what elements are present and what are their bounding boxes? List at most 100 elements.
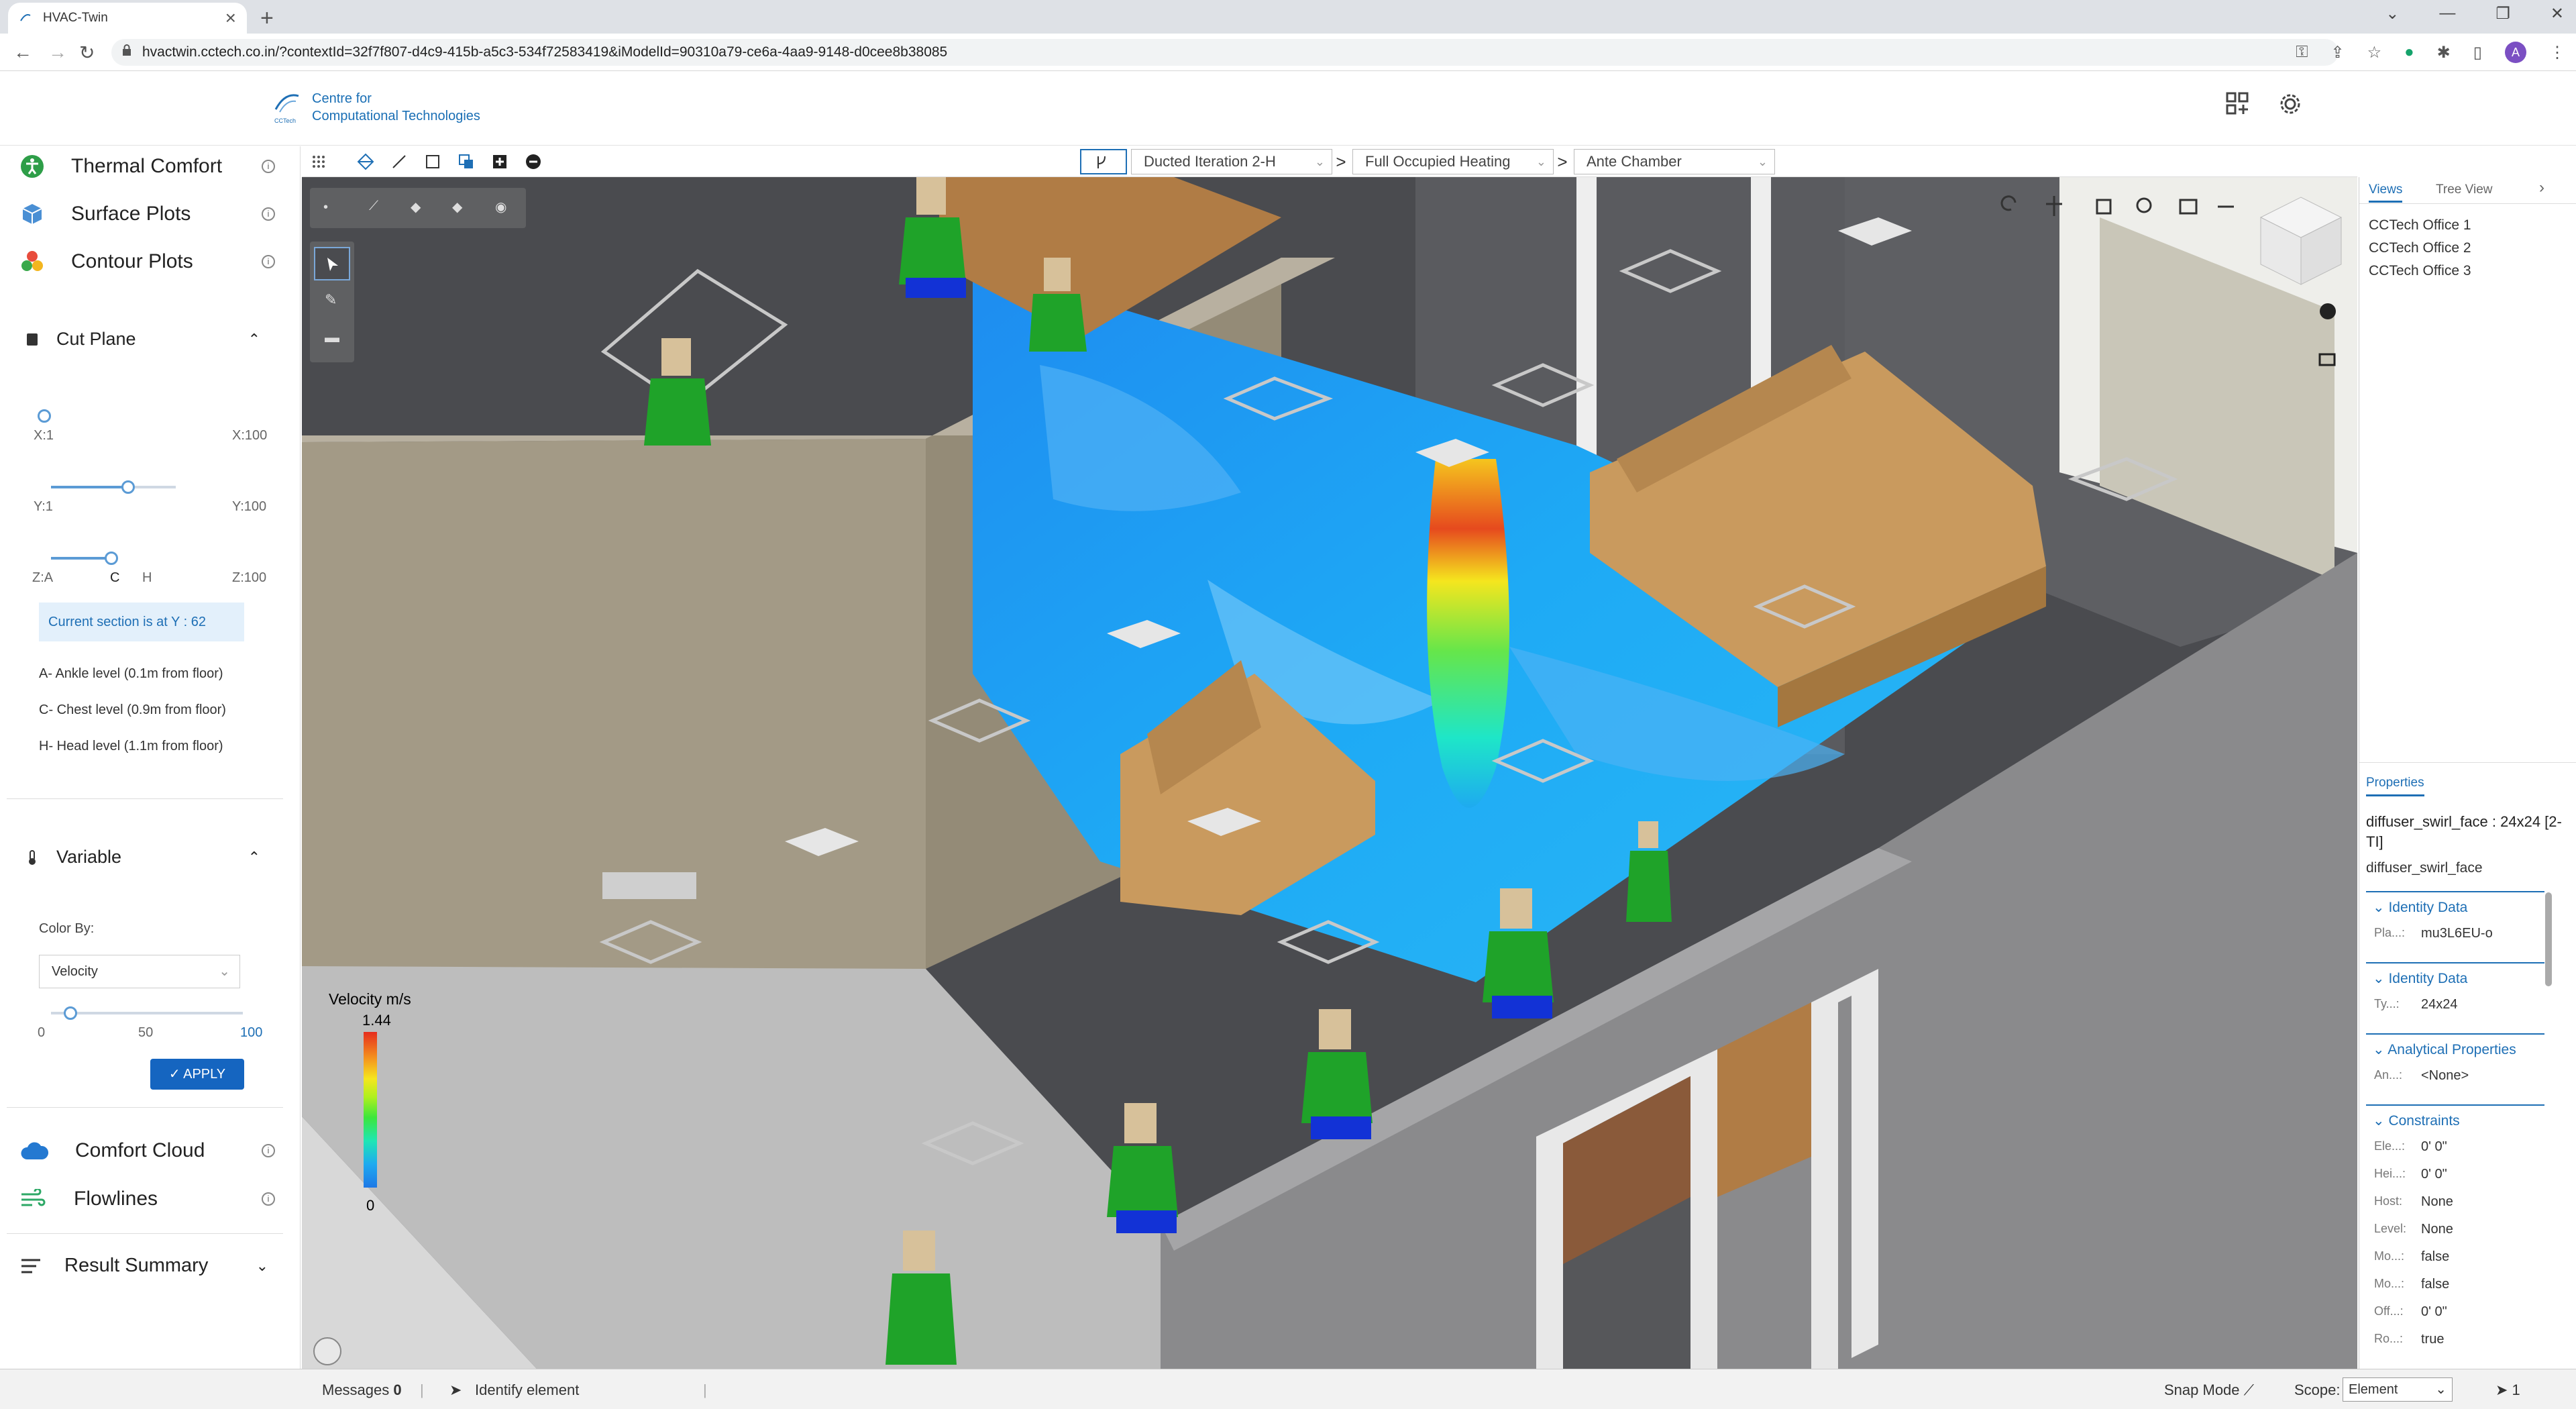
dot-icon[interactable]: • bbox=[323, 200, 328, 215]
apply-label: APPLY bbox=[183, 1067, 226, 1082]
browser-menu-icon[interactable]: ⋮ bbox=[2549, 43, 2565, 62]
result-summary-header[interactable]: Result Summary ⌄ bbox=[20, 1255, 268, 1277]
property-group-header[interactable]: ⌄ Identity Data bbox=[2366, 891, 2544, 921]
iteration-select[interactable]: Ducted Iteration 2-H ⌄ bbox=[1131, 149, 1332, 174]
measure-area-icon[interactable]: ◆ bbox=[411, 199, 421, 215]
property-group-header[interactable]: ⌄ Constraints bbox=[2366, 1104, 2544, 1134]
z-slider-handle[interactable] bbox=[105, 552, 118, 565]
tab-tree-view[interactable]: Tree View bbox=[2436, 182, 2492, 197]
key-icon[interactable]: ⚿ bbox=[2296, 43, 2308, 62]
x-slider-handle[interactable] bbox=[38, 409, 51, 423]
box-tool-icon[interactable] bbox=[424, 153, 441, 170]
surface-plots-item[interactable]: Surface Plots i bbox=[20, 202, 275, 226]
room-select[interactable]: Ante Chamber ⌄ bbox=[1574, 149, 1775, 174]
scenario-select[interactable]: Full Occupied Heating ⌄ bbox=[1352, 149, 1554, 174]
model-tree-icon[interactable] bbox=[313, 1337, 341, 1365]
cut-plane-header[interactable]: Cut Plane ⌃ bbox=[25, 329, 260, 350]
site-favicon-icon bbox=[20, 14, 31, 21]
property-row: Host: None bbox=[2366, 1189, 2544, 1214]
flowlines-info-icon[interactable]: i bbox=[262, 1192, 275, 1206]
range-slider-handle[interactable] bbox=[63, 1006, 77, 1020]
scope-select[interactable]: Element ⌄ bbox=[2343, 1377, 2453, 1402]
flowlines-item[interactable]: Flowlines i bbox=[20, 1188, 275, 1210]
right-panel: Views Tree View › CCTech Office 1 CCTech … bbox=[2359, 177, 2576, 1369]
eraser-icon[interactable]: ▬ bbox=[325, 329, 339, 346]
snap-mode-button[interactable]: Snap Mode ⟋ bbox=[2164, 1381, 2254, 1399]
section-divider bbox=[7, 1233, 283, 1234]
view-item[interactable]: CCTech Office 2 bbox=[2369, 240, 2471, 256]
section-tool-icon[interactable] bbox=[357, 153, 374, 170]
tab-properties[interactable]: Properties bbox=[2366, 776, 2424, 796]
walk-icon[interactable] bbox=[2320, 303, 2336, 319]
new-tab-button[interactable]: + bbox=[260, 5, 274, 32]
property-key: Host: bbox=[2374, 1194, 2403, 1208]
close-window-icon[interactable]: ✕ bbox=[2551, 4, 2564, 23]
line-tool-icon[interactable] bbox=[390, 153, 408, 170]
thermal-comfort-item[interactable]: Thermal Comfort i bbox=[20, 154, 275, 178]
back-icon[interactable]: ← bbox=[13, 42, 32, 63]
tab-search-icon[interactable]: ⌄ bbox=[2385, 4, 2399, 23]
surface-plots-label: Surface Plots bbox=[71, 203, 191, 225]
property-group-header[interactable]: ⌄ Identity Data bbox=[2366, 962, 2544, 992]
share-icon[interactable]: ⇪ bbox=[2331, 43, 2345, 62]
bookmark-star-icon[interactable]: ☆ bbox=[2367, 43, 2382, 62]
pencil-icon[interactable]: ✎ bbox=[325, 291, 337, 309]
contour-plots-item[interactable]: Contour Plots i bbox=[20, 250, 275, 274]
hvac-model-scene[interactable] bbox=[302, 177, 2357, 1369]
visibility-eye-icon[interactable]: ◉ bbox=[495, 199, 506, 215]
measure-angle-icon[interactable]: ◆ bbox=[452, 199, 462, 215]
messages-button[interactable]: Messages 0 bbox=[322, 1381, 402, 1399]
drag-handle-icon[interactable] bbox=[310, 153, 327, 170]
add-square-icon[interactable] bbox=[491, 153, 508, 170]
surface-plots-info-icon[interactable]: i bbox=[262, 207, 275, 221]
property-group-header[interactable]: ⌄ Analytical Properties bbox=[2366, 1033, 2544, 1063]
close-tab-icon[interactable]: × bbox=[225, 7, 236, 29]
contour-plots-info-icon[interactable]: i bbox=[262, 255, 275, 268]
extensions-icon[interactable]: ✱ bbox=[2437, 43, 2451, 62]
view-item[interactable]: CCTech Office 1 bbox=[2369, 217, 2471, 233]
restore-icon[interactable]: ❐ bbox=[2496, 4, 2510, 23]
minimize-icon[interactable]: — bbox=[2439, 4, 2455, 23]
view-item[interactable]: CCTech Office 3 bbox=[2369, 263, 2471, 279]
z-head-label: H bbox=[142, 570, 152, 585]
chevron-down-icon: ⌄ bbox=[1757, 155, 1768, 168]
tab-views[interactable]: Views bbox=[2369, 182, 2403, 203]
comfort-cloud-item[interactable]: Comfort Cloud i bbox=[20, 1139, 275, 1162]
identify-element-text[interactable]: Identify element bbox=[475, 1381, 579, 1399]
range-slider-track[interactable] bbox=[51, 1012, 243, 1014]
comfort-cloud-info-icon[interactable]: i bbox=[262, 1144, 275, 1157]
property-key: Ro...: bbox=[2374, 1332, 2404, 1345]
expand-arrow-icon[interactable]: ⌄ bbox=[256, 1257, 268, 1275]
thermal-comfort-info-icon[interactable]: i bbox=[262, 160, 275, 173]
remove-circle-icon[interactable] bbox=[525, 153, 542, 170]
color-by-select[interactable]: Velocity ⌄ bbox=[39, 955, 240, 988]
y-slider-handle[interactable] bbox=[121, 480, 136, 494]
settings-gear-icon[interactable] bbox=[2278, 92, 2302, 116]
collapse-arrow-icon[interactable]: ⌃ bbox=[248, 331, 260, 348]
selection-count[interactable]: ➤ 1 bbox=[2496, 1381, 2520, 1399]
sidebar-icon[interactable]: ▯ bbox=[2473, 43, 2482, 62]
reload-icon[interactable]: ↻ bbox=[79, 42, 95, 64]
apply-button[interactable]: ✓ APPLY bbox=[150, 1059, 244, 1090]
apps-grid-icon[interactable] bbox=[2226, 92, 2249, 115]
forward-icon[interactable]: → bbox=[48, 42, 67, 63]
clip-tool-icon[interactable] bbox=[458, 153, 475, 170]
panel-collapse-chevron-icon[interactable]: › bbox=[2539, 178, 2544, 197]
browser-tab[interactable]: HVAC-Twin × bbox=[8, 3, 247, 34]
variable-collapse-arrow-icon[interactable]: ⌃ bbox=[248, 849, 260, 866]
lock-icon[interactable] bbox=[122, 44, 131, 56]
branch-button[interactable] bbox=[1080, 149, 1127, 174]
panel-splitter[interactable] bbox=[2359, 762, 2576, 763]
logo-line2: Computational Technologies bbox=[312, 109, 480, 123]
measure-distance-icon[interactable]: ⟋ bbox=[369, 199, 378, 214]
variable-header[interactable]: Variable ⌃ bbox=[25, 847, 260, 868]
3d-viewport[interactable] bbox=[302, 177, 2357, 1369]
property-group-title: Analytical Properties bbox=[2387, 1042, 2516, 1057]
url-field[interactable]: hvactwin.cctech.co.in/?contextId=32f7f80… bbox=[111, 39, 2339, 66]
profile-avatar[interactable]: A bbox=[2505, 42, 2526, 63]
grammarly-icon[interactable]: ● bbox=[2404, 43, 2414, 62]
property-value: 0' 0" bbox=[2421, 1139, 2447, 1154]
legend-min-value: 0 bbox=[366, 1197, 375, 1214]
properties-scrollbar[interactable] bbox=[2545, 892, 2552, 986]
select-tool[interactable] bbox=[314, 247, 350, 280]
